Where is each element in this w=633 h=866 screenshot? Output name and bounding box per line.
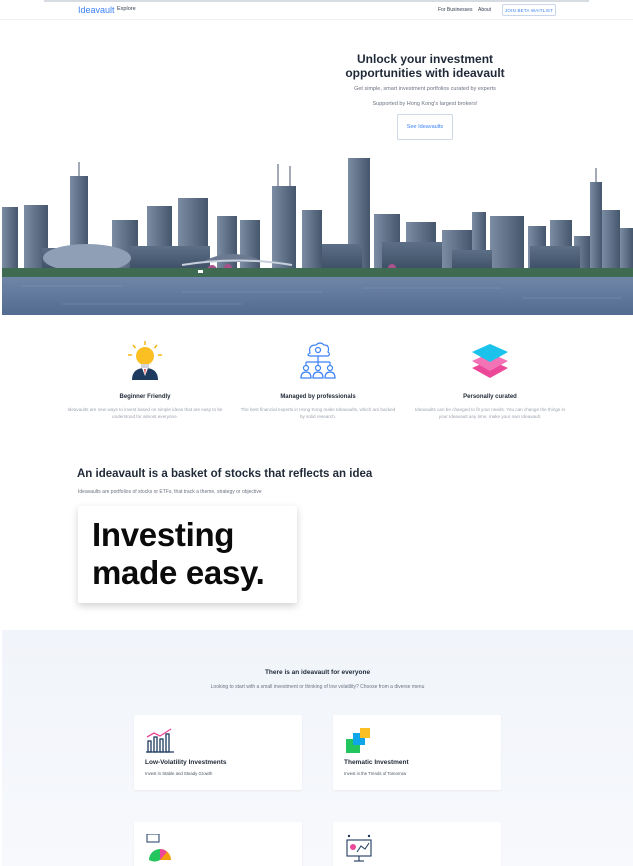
card-low-volatility[interactable]: Low-Volatility Investments Invest in Sta… (134, 715, 302, 790)
lightbulb-person-icon (128, 341, 162, 380)
feature-title: Personally curated (463, 394, 517, 400)
feature-description: The best financial experts in Hong Kong … (240, 407, 396, 419)
see-ideavaults-button[interactable]: See Ideavaults (397, 114, 453, 140)
feature-description: Ideavaults can be changed to fit your ne… (414, 407, 566, 419)
nav-link-explore[interactable]: Explore (117, 6, 136, 12)
card-subtitle: Invest in the Trends of Tomorrow (344, 771, 407, 776)
bar-chart-icon (146, 728, 174, 753)
section-title: There is an ideavault for everyone (264, 669, 371, 676)
team-network-icon (300, 342, 336, 379)
card-third[interactable] (134, 822, 302, 866)
top-nav: Ideavault Explore For Businesses About J… (0, 0, 633, 20)
hero-title: Unlock your investment opportunities wit… (345, 52, 505, 80)
feature-description: Ideavaults are new ways to invest based … (67, 407, 223, 419)
card-title: Low-Volatility Investments (145, 759, 227, 766)
nav-link-for-businesses[interactable]: For Businesses (438, 7, 472, 13)
hero-supported-text: Supported by Hong Kong's largest brokers… (372, 101, 478, 107)
card-fourth[interactable] (333, 822, 501, 866)
nav-link-about[interactable]: About (478, 7, 491, 13)
pie-chart-icon (146, 834, 171, 862)
card-subtitle: Invest in Stable and Steady Growth (145, 771, 213, 776)
brand-logo[interactable]: Ideavault (78, 5, 115, 15)
investing-made-easy-card: Investing made easy. (78, 506, 297, 603)
feature-personally-curated: Personally curated Ideavaults can be cha… (400, 340, 580, 420)
join-waitlist-button[interactable]: JOIN BETA WAITLIST (502, 4, 556, 16)
feature-beginner-friendly: Beginner Friendly Ideavaults are new way… (55, 340, 235, 420)
promo-headline: Investing made easy. (92, 516, 265, 591)
city-skyline-image (2, 150, 633, 315)
basket-section-title: An ideavault is a basket of stocks that … (77, 468, 373, 480)
feature-title: Managed by professionals (280, 394, 356, 400)
section-subtitle: Looking to start with a small investment… (210, 684, 425, 690)
basket-section-subtitle: Ideavaults are portfolios of stocks or E… (78, 489, 262, 495)
nav-divider (44, 0, 589, 2)
hero-subtitle: Get simple, smart investment portfolios … (354, 86, 496, 92)
feature-managed-by-professionals: Managed by professionals The best financ… (228, 340, 408, 420)
card-title: Thematic Investment (344, 759, 409, 766)
ideavault-for-everyone-section: There is an ideavault for everyone Looki… (2, 630, 633, 866)
feature-title: Beginner Friendly (119, 394, 171, 400)
stacked-layers-icon (472, 344, 508, 378)
card-thematic-investment[interactable]: Thematic Investment Invest in the Trends… (333, 715, 501, 790)
presentation-board-icon (346, 834, 372, 862)
puzzle-blocks-icon (346, 728, 370, 753)
